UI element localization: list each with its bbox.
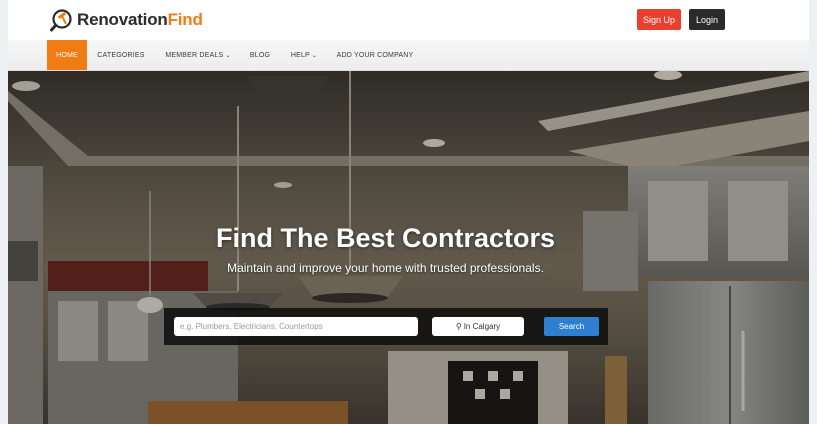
nav-item-home[interactable]: HOME bbox=[47, 40, 87, 70]
search-input[interactable] bbox=[174, 317, 418, 336]
nav-item-label: MEMBER DEALS bbox=[165, 51, 224, 59]
location-label: In Calgary bbox=[463, 322, 501, 331]
location-selector[interactable]: ⚲ In Calgary bbox=[432, 317, 524, 336]
map-pin-icon: ⚲ bbox=[455, 322, 462, 331]
search-bar: ⚲ In Calgary Search bbox=[164, 308, 608, 345]
main-nav: HOME CATEGORIES MEMBER DEALS ⌄ BLOG HELP ⌄… bbox=[8, 40, 809, 71]
magnifier-hammer-icon bbox=[50, 9, 72, 32]
brand-name: RenovationFind bbox=[77, 10, 203, 30]
signup-button[interactable]: Sign Up bbox=[637, 9, 681, 30]
logo[interactable]: RenovationFind bbox=[50, 8, 203, 32]
nav-item-add-your-company[interactable]: ADD YOUR COMPANY bbox=[332, 40, 418, 70]
brand-name-part1: Renovation bbox=[77, 10, 168, 29]
nav-item-label: CATEGORIES bbox=[97, 51, 145, 59]
hero-title: Find The Best Contractors bbox=[215, 223, 556, 253]
hero-banner: Find The Best Contractors Maintain and i… bbox=[8, 71, 809, 424]
nav-item-blog[interactable]: BLOG bbox=[246, 40, 274, 70]
page: RenovationFind Sign Up Login HOME CATEGO… bbox=[8, 0, 809, 424]
nav-item-help[interactable]: HELP ⌄ bbox=[286, 40, 322, 70]
chevron-down-icon: ⌄ bbox=[311, 52, 318, 59]
nav-item-member-deals[interactable]: MEMBER DEALS ⌄ bbox=[160, 40, 236, 70]
brand-name-part2: Find bbox=[167, 10, 203, 29]
nav-item-label: HELP bbox=[290, 51, 310, 59]
nav-item-label: ADD YOUR COMPANY bbox=[336, 51, 414, 59]
nav-item-label: BLOG bbox=[249, 51, 271, 59]
nav-item-label: HOME bbox=[56, 51, 78, 59]
header: RenovationFind Sign Up Login bbox=[8, 0, 809, 40]
hero-subtitle: Maintain and improve your home with trus… bbox=[227, 261, 544, 275]
chevron-down-icon: ⌄ bbox=[225, 52, 231, 59]
login-button[interactable]: Login bbox=[689, 9, 725, 30]
nav-item-categories[interactable]: CATEGORIES bbox=[93, 40, 149, 70]
search-button[interactable]: Search bbox=[544, 317, 599, 336]
